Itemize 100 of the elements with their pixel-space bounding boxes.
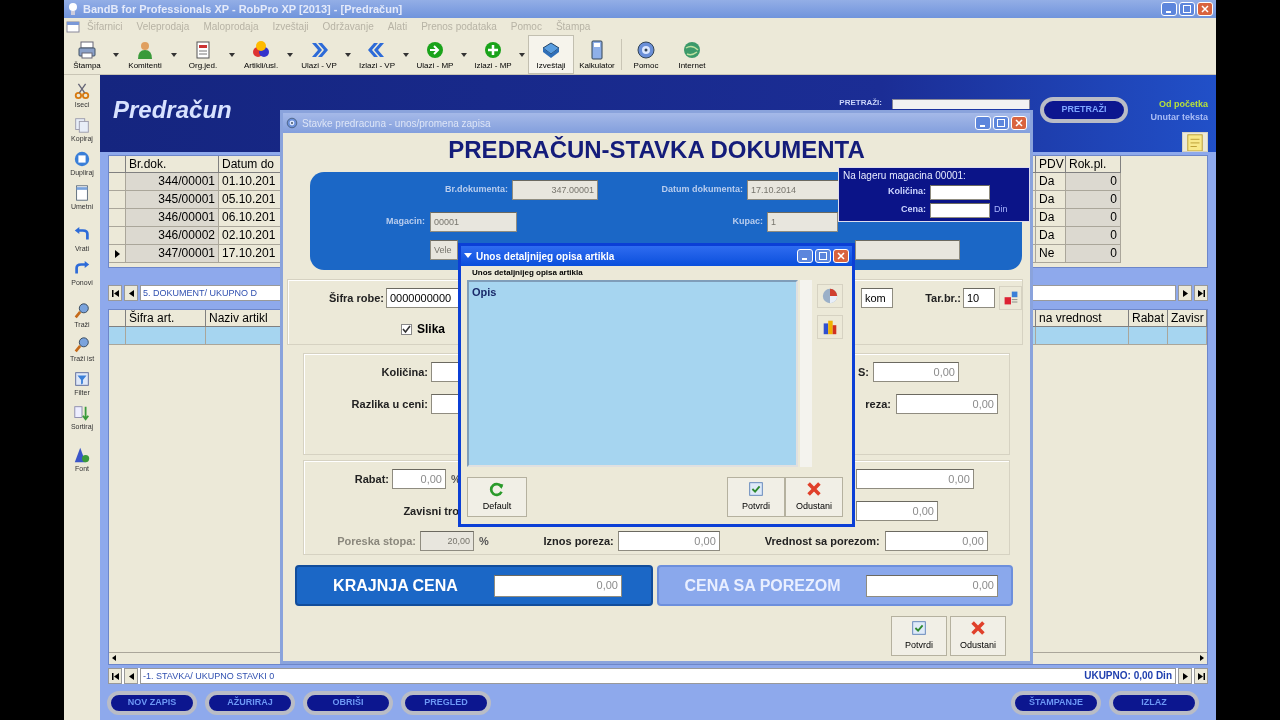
last-button[interactable] xyxy=(1194,668,1208,684)
window-title: Stavke predracuna - unos/promena zapisa xyxy=(302,116,491,131)
maximize-button[interactable] xyxy=(993,116,1009,130)
action-button[interactable]: NOV ZAPIS xyxy=(107,691,197,715)
caret-icon[interactable] xyxy=(519,52,525,57)
minimize-button[interactable] xyxy=(797,249,813,263)
toolbar-button[interactable]: Izlazi - VP xyxy=(354,35,400,74)
text-field[interactable]: kom xyxy=(861,288,893,308)
dialog-button[interactable]: Potvrdi xyxy=(891,616,947,656)
action-button[interactable]: IZLAZ xyxy=(1109,691,1199,715)
maximize-button[interactable] xyxy=(1179,2,1195,16)
previous-button[interactable] xyxy=(124,668,138,684)
toolbar-button[interactable]: Internet xyxy=(669,35,715,74)
toolbar-button[interactable]: Izveštaji xyxy=(528,35,574,74)
dialog-button[interactable]: Odustani xyxy=(785,477,843,517)
text-field[interactable] xyxy=(431,394,459,414)
text-field[interactable]: 0,00 xyxy=(873,362,959,382)
maximize-icon xyxy=(1183,5,1191,13)
field-label: Unos detaljnijeg opisa artikla xyxy=(472,268,584,278)
caret-icon[interactable] xyxy=(171,52,177,57)
field-label: S: xyxy=(857,364,869,380)
first-button[interactable] xyxy=(108,285,122,301)
text-field[interactable]: 10 xyxy=(963,288,995,308)
refresh-icon xyxy=(488,480,506,499)
next-button[interactable] xyxy=(1178,668,1192,684)
field-label: Br.dokumenta: xyxy=(444,183,508,197)
search-field[interactable] xyxy=(892,99,1030,109)
text-field[interactable]: 0,00 xyxy=(494,574,622,597)
caret-icon[interactable] xyxy=(229,52,235,57)
action-button[interactable]: ŠTAMPANJE xyxy=(1011,691,1101,715)
next-button[interactable] xyxy=(1178,285,1192,301)
arrow-circle-icon xyxy=(425,39,445,60)
dialog-button[interactable]: Default xyxy=(467,477,527,517)
total-label: KRAJNJA CENA xyxy=(332,575,459,596)
caret-icon[interactable] xyxy=(403,52,409,57)
copy-icon xyxy=(73,116,91,134)
text-field[interactable] xyxy=(930,184,990,200)
toolbar-button[interactable]: Artikli/usl. xyxy=(238,35,284,74)
text-field[interactable]: 0,00 xyxy=(855,469,974,489)
description-field[interactable]: Opis xyxy=(467,280,798,467)
text-field[interactable]: 0000000000 xyxy=(386,288,459,308)
last-icon xyxy=(1197,672,1205,680)
last-button[interactable] xyxy=(1194,285,1208,301)
check-icon xyxy=(402,324,411,334)
text-field[interactable]: 0,00 xyxy=(617,531,720,551)
previous-button[interactable] xyxy=(124,285,138,301)
caret-icon[interactable] xyxy=(113,52,119,57)
previous-icon xyxy=(128,289,134,297)
toolbar-button[interactable]: Izlazi - MP xyxy=(470,35,516,74)
text-field[interactable] xyxy=(855,240,960,260)
search-option[interactable]: Unutar teksta xyxy=(1150,111,1208,124)
action-button[interactable]: OBRIŠI xyxy=(303,691,393,715)
tool-button[interactable] xyxy=(817,284,843,308)
document-icon xyxy=(193,39,213,60)
tool-button[interactable] xyxy=(817,315,843,339)
disc-icon xyxy=(636,39,656,60)
text-field[interactable]: 0,00 xyxy=(866,574,998,597)
action-button[interactable]: PREGLED xyxy=(401,691,491,715)
toolbar-button[interactable]: Kalkulator xyxy=(574,35,620,74)
table-cell: 0 xyxy=(1066,173,1121,191)
field-label: Rabat: xyxy=(353,471,389,487)
text-field[interactable] xyxy=(431,362,459,382)
text-field[interactable]: 0,00 xyxy=(884,531,988,551)
caret-icon[interactable] xyxy=(287,52,293,57)
column-header: Zavisr xyxy=(1168,310,1207,327)
toolbar-button[interactable]: Ulazi - MP xyxy=(412,35,458,74)
close-button[interactable] xyxy=(1011,116,1027,130)
table-cell: 346/00002 xyxy=(126,227,219,245)
toolbar-button[interactable]: Ulazi - VP xyxy=(296,35,342,74)
minimize-button[interactable] xyxy=(1161,2,1177,16)
dialog-button[interactable]: Potvrdi xyxy=(727,477,785,517)
close-button[interactable] xyxy=(1197,2,1213,16)
first-button[interactable] xyxy=(108,668,122,684)
maximize-button[interactable] xyxy=(815,249,831,263)
text-field[interactable]: 0,00 xyxy=(856,501,938,521)
toolbar-button[interactable]: Org.jed. xyxy=(180,35,226,74)
toolbar-button[interactable]: Štampa xyxy=(64,35,110,74)
text-field[interactable]: 0,00 xyxy=(392,469,446,489)
close-button[interactable] xyxy=(833,249,849,263)
column-header: na vrednost xyxy=(1036,310,1129,327)
field-label: reza: xyxy=(864,396,891,412)
action-button[interactable]: AŽURIRAJ xyxy=(205,691,295,715)
field-label: Razlika u ceni: xyxy=(350,396,428,412)
toolbar-button[interactable]: Pomoc xyxy=(623,35,669,74)
field-label: Iznos poreza: xyxy=(542,533,614,549)
search-option[interactable]: Od početka xyxy=(1159,98,1208,111)
person-icon xyxy=(135,39,155,60)
tariff-button[interactable] xyxy=(999,286,1022,310)
search-button[interactable]: PRETRAŽI xyxy=(1040,97,1128,123)
dialog-button[interactable]: Odustani xyxy=(950,616,1006,656)
text-field[interactable] xyxy=(930,202,990,218)
checkbox[interactable] xyxy=(401,323,412,335)
toolbar-button[interactable]: Komitenti xyxy=(122,35,168,74)
caret-icon[interactable] xyxy=(461,52,467,57)
text-field[interactable]: 0,00 xyxy=(896,394,998,414)
caret-icon[interactable] xyxy=(345,52,351,57)
column-header: Rok.pl. xyxy=(1066,156,1121,173)
search-label: PRETRAŽI: xyxy=(839,98,882,107)
unit-label: % xyxy=(479,533,489,549)
minimize-button[interactable] xyxy=(975,116,991,130)
